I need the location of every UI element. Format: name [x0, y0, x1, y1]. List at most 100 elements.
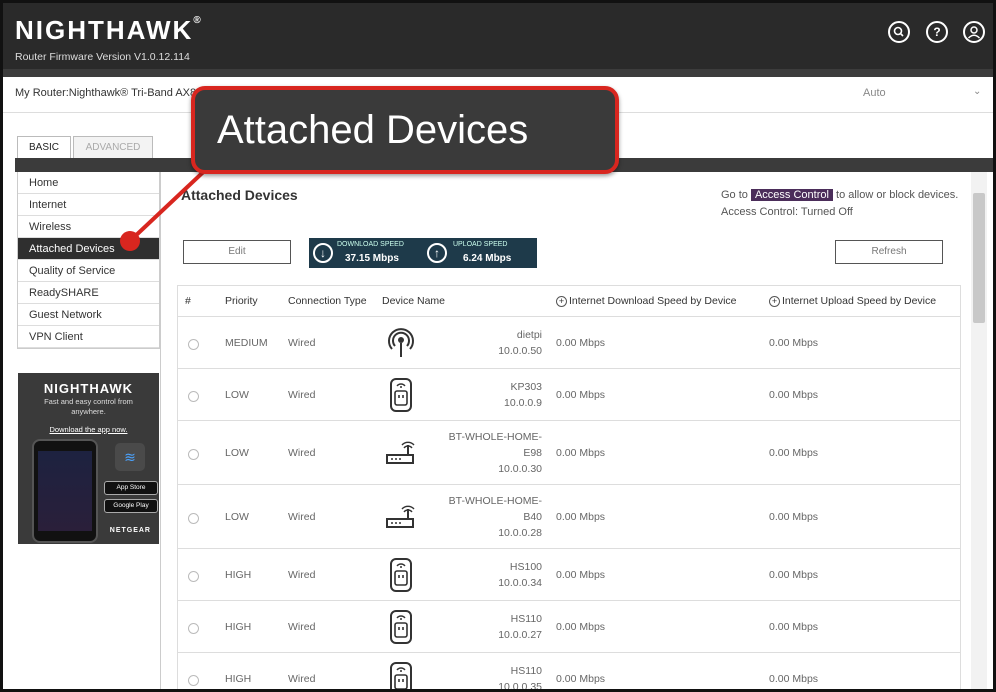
smart-plug-icon	[383, 661, 419, 689]
media-antenna-icon	[383, 325, 419, 361]
sidebar-item-home[interactable]: Home	[18, 172, 159, 194]
row-priority: HIGH	[225, 569, 252, 581]
row-device-name: HS100 10.0.0.34	[498, 561, 542, 589]
row-download-speed: 0.00 Mbps	[556, 511, 606, 523]
row-device-name: HS110 10.0.0.27	[498, 613, 542, 641]
row-device-name: KP303 10.0.0.9	[504, 381, 542, 409]
tab-advanced[interactable]: ADVANCED	[73, 136, 153, 158]
promo-download-link[interactable]: Download the app now.	[18, 425, 159, 434]
chevron-down-icon[interactable]: ⌄	[973, 86, 981, 97]
sidebar-item-wireless[interactable]: Wireless	[18, 216, 159, 238]
table-row[interactable]: LOW Wired BT-WHOLE-HOME- E98 10.0.0.30 0.0…	[178, 421, 960, 485]
wifi-app-icon: ≋	[115, 443, 145, 471]
sidebar-item-internet[interactable]: Internet	[18, 194, 159, 216]
table-row[interactable]: HIGH Wired HS110 10.0.0.35 0.00 Mbps 0.00…	[178, 653, 960, 692]
row-upload-speed: 0.00 Mbps	[769, 389, 819, 401]
row-connection-type: Wired	[288, 389, 316, 401]
row-priority: LOW	[225, 511, 249, 523]
promo-logo: NIGHTHAWK	[43, 381, 134, 396]
sidebar-item-vpn-client[interactable]: VPN Client	[18, 326, 159, 348]
download-arrow-icon: ↓	[313, 243, 333, 263]
row-download-speed: 0.00 Mbps	[556, 447, 606, 459]
top-bar: NIGHTHAWK® Router Firmware Version V1.0.…	[3, 3, 993, 69]
row-connection-type: Wired	[288, 511, 316, 523]
table-row[interactable]: HIGH Wired HS110 10.0.0.27 0.00 Mbps 0.00…	[178, 601, 960, 653]
search-icon[interactable]	[888, 21, 910, 43]
netgear-logo: NETGEAR	[109, 527, 151, 534]
help-icon[interactable]: ?	[926, 21, 948, 43]
table-row[interactable]: LOW Wired BT-WHOLE-HOME- B40 10.0.0.28 0.0…	[178, 485, 960, 549]
row-download-speed: 0.00 Mbps	[556, 569, 606, 581]
row-connection-type: Wired	[288, 447, 316, 459]
row-priority: HIGH	[225, 673, 252, 685]
tab-basic[interactable]: BASIC	[17, 136, 71, 158]
row-device-name: BT-WHOLE-HOME- E98 10.0.0.30	[448, 431, 542, 475]
row-upload-speed: 0.00 Mbps	[769, 569, 819, 581]
sidebar-item-readyshare[interactable]: ReadySHARE	[18, 282, 159, 304]
col-download-speed[interactable]: + Internet Download Speed by Device	[556, 295, 737, 307]
scrollbar-thumb[interactable]	[973, 193, 985, 323]
row-download-speed: 0.00 Mbps	[556, 673, 606, 685]
row-connection-type: Wired	[288, 337, 316, 349]
goto-prefix: Go to	[721, 189, 748, 201]
page-title: Attached Devices	[181, 187, 298, 203]
row-select-radio[interactable]	[188, 623, 199, 634]
sidebar-item-attached-devices[interactable]: Attached Devices	[18, 238, 159, 260]
upload-speed-value: 6.24 Mbps	[463, 253, 512, 264]
row-select-radio[interactable]	[188, 449, 199, 460]
col-device-name[interactable]: Device Name	[382, 295, 445, 307]
app-promo-banner: NIGHTHAWK Fast and easy control from any…	[18, 373, 159, 544]
row-priority: LOW	[225, 389, 249, 401]
phone-image	[32, 439, 98, 543]
row-select-radio[interactable]	[188, 571, 199, 582]
google-play-badge[interactable]: Google Play	[104, 499, 158, 513]
col-priority[interactable]: Priority	[225, 295, 258, 307]
sidebar-item-guest-network[interactable]: Guest Network	[18, 304, 159, 326]
row-download-speed: 0.00 Mbps	[556, 389, 606, 401]
user-icon[interactable]	[963, 21, 985, 43]
devices-table: # Priority Connection Type Device Name +…	[177, 285, 961, 692]
col-upload-speed[interactable]: + Internet Upload Speed by Device	[769, 295, 936, 307]
sidebar-divider	[160, 172, 161, 689]
access-control-note: Go to Access Control to allow or block d…	[721, 189, 958, 201]
table-row[interactable]: MEDIUM Wired dietpi 10.0.0.50 0.00 Mbps 0…	[178, 317, 960, 369]
smart-plug-icon	[383, 377, 419, 413]
row-priority: LOW	[225, 447, 249, 459]
row-device-name: dietpi 10.0.0.50	[498, 329, 542, 357]
row-upload-speed: 0.00 Mbps	[769, 447, 819, 459]
row-select-radio[interactable]	[188, 391, 199, 402]
smart-plug-icon	[383, 609, 419, 645]
header-strip	[3, 69, 993, 77]
row-upload-speed: 0.00 Mbps	[769, 337, 819, 349]
row-upload-speed: 0.00 Mbps	[769, 621, 819, 633]
col-connection-type[interactable]: Connection Type	[288, 295, 367, 307]
row-upload-speed: 0.00 Mbps	[769, 673, 819, 685]
table-row[interactable]: LOW Wired KP303 10.0.0.9 0.00 Mbps 0.00 M…	[178, 369, 960, 421]
refresh-button[interactable]: Refresh	[835, 240, 943, 264]
row-upload-speed: 0.00 Mbps	[769, 511, 819, 523]
row-device-name: BT-WHOLE-HOME- B40 10.0.0.28	[448, 495, 542, 539]
download-speed-value: 37.15 Mbps	[345, 253, 399, 264]
row-connection-type: Wired	[288, 569, 316, 581]
sidebar-item-quality-of-service[interactable]: Quality of Service	[18, 260, 159, 282]
app-store-badge[interactable]: App Store	[104, 481, 158, 495]
router-name: My Router:Nighthawk® Tri-Band AX8	[15, 87, 197, 99]
access-control-status: Access Control: Turned Off	[721, 206, 853, 218]
table-row[interactable]: HIGH Wired HS100 10.0.0.34 0.00 Mbps 0.00…	[178, 549, 960, 601]
row-device-name: HS110 10.0.0.35	[498, 665, 542, 692]
row-select-radio[interactable]	[188, 675, 199, 686]
row-select-radio[interactable]	[188, 513, 199, 524]
brand-logo: NIGHTHAWK®	[15, 15, 203, 45]
access-control-link[interactable]: Access Control	[750, 189, 833, 201]
goto-suffix: to allow or block devices.	[836, 189, 959, 201]
table-header: # Priority Connection Type Device Name +…	[178, 286, 960, 317]
edit-button[interactable]: Edit	[183, 240, 291, 264]
router-icon	[383, 501, 419, 537]
row-select-radio[interactable]	[188, 339, 199, 350]
download-speed-label: DOWNLOAD SPEED	[337, 241, 404, 248]
callout-label: Attached Devices	[191, 86, 619, 174]
upload-arrow-icon: ↑	[427, 243, 447, 263]
mode-select[interactable]: Auto	[863, 87, 886, 99]
plus-circle-icon: +	[556, 296, 567, 307]
row-priority: MEDIUM	[225, 337, 268, 349]
